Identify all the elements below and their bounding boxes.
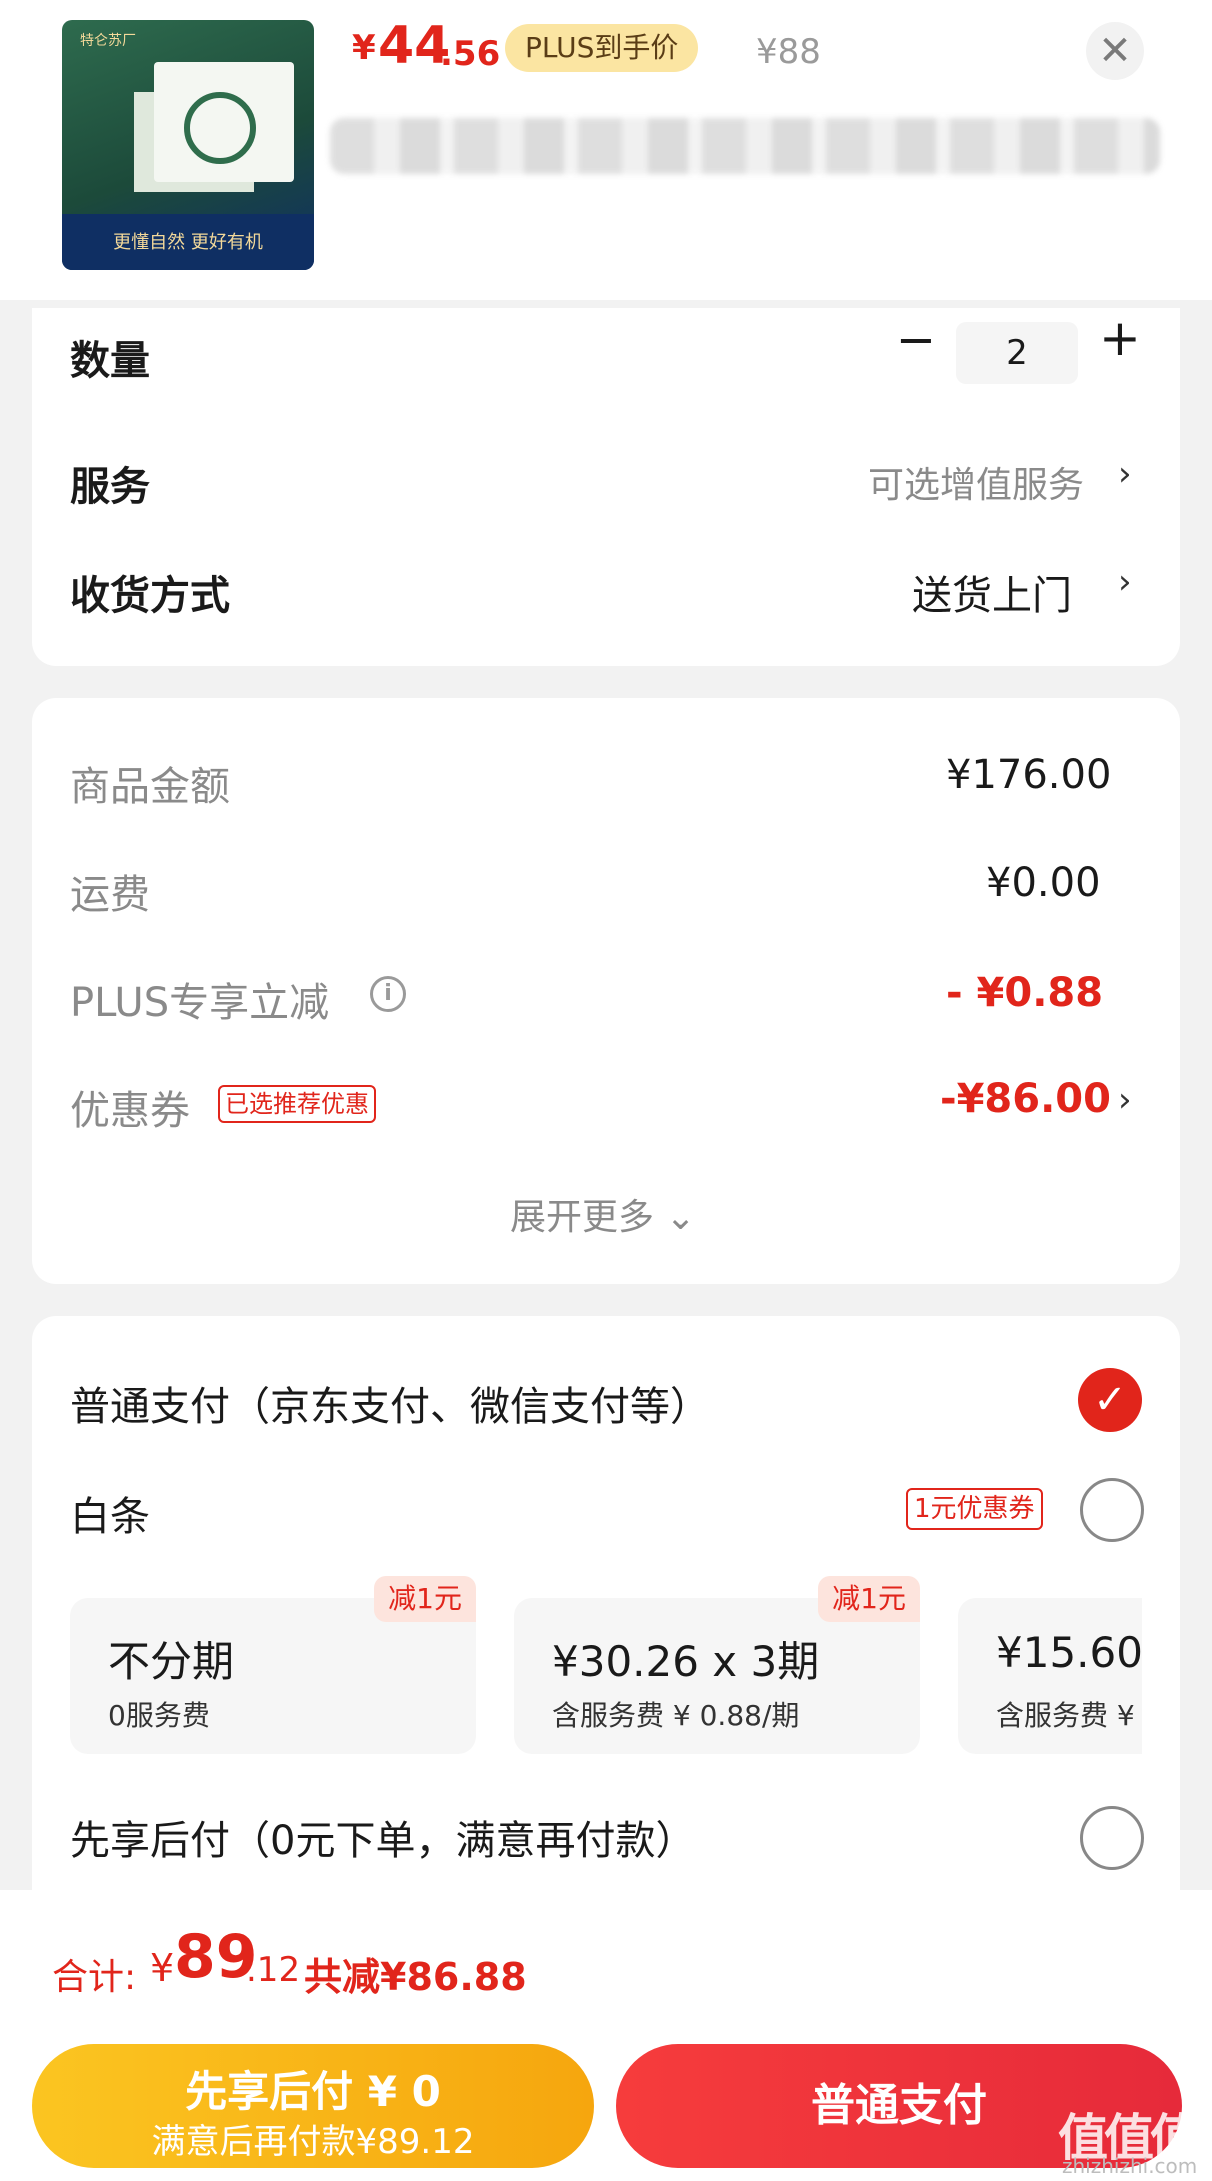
pay-later-label: 先享后付（0元下单，满意再付款） — [70, 1818, 696, 1864]
delivery-value: 送货上门 — [912, 573, 1072, 619]
installment-discount-tag: 减1元 — [818, 1576, 920, 1622]
installment-discount-tag: 减1元 — [374, 1576, 476, 1622]
baitiao-coupon-tag: 1元优惠券 — [906, 1488, 1043, 1530]
shipping-label: 运费 — [70, 872, 150, 918]
installment-fee: 含服务费 ¥ 0.88/期 — [552, 1699, 800, 1732]
installment-fee: 含服务费 ¥ — [996, 1699, 1135, 1732]
blurred-product-title — [330, 118, 1160, 174]
thumb-brand-text: 特仑苏厂 — [80, 33, 136, 49]
service-value: 可选增值服务 — [868, 465, 1085, 506]
total-integer: 89 — [174, 1922, 258, 1992]
info-icon[interactable]: i — [370, 976, 406, 1012]
close-icon: ✕ — [1098, 28, 1132, 74]
installment-fee: 0服务费 — [108, 1699, 210, 1732]
plus-icon: + — [1099, 309, 1141, 367]
total-decimal: .12 — [246, 1950, 301, 1990]
chevron-right-icon: › — [1118, 562, 1132, 602]
pay-later-button[interactable]: 先享后付 ¥ 0 满意后再付款¥89.12 — [32, 2044, 594, 2168]
check-glyph: ✓ — [1093, 1377, 1127, 1423]
quantity-increase-button[interactable]: + — [1096, 313, 1144, 363]
total-saved: 共减¥86.88 — [304, 1955, 527, 1999]
installment-title: ¥30.26 x 3期 — [552, 1637, 820, 1686]
installment-option[interactable]: 不分期 0服务费 减1元 — [70, 1576, 476, 1754]
total-label: 合计: — [52, 1957, 137, 1998]
quantity-label: 数量 — [70, 338, 150, 384]
info-glyph: i — [384, 981, 392, 1006]
coupon-label: 优惠券 — [70, 1088, 190, 1134]
delivery-label: 收货方式 — [70, 573, 230, 619]
installment-option[interactable]: ¥15.60 x 含服务费 ¥ — [958, 1598, 1142, 1754]
original-price: ¥88 — [756, 32, 821, 72]
chevron-right-icon: › — [1118, 1080, 1132, 1120]
normal-payment-label: 普通支付（京东支付、微信支付等） — [70, 1384, 710, 1430]
baitiao-radio[interactable] — [1080, 1478, 1144, 1542]
installment-options: 不分期 0服务费 减1元 ¥30.26 x 3期 含服务费 ¥ 0.88/期 减… — [70, 1560, 1142, 1780]
price-decimal: .56 — [440, 34, 501, 74]
total-currency: ¥ — [150, 1946, 175, 1990]
pay-later-radio[interactable] — [1080, 1806, 1144, 1870]
installment-option[interactable]: ¥30.26 x 3期 含服务费 ¥ 0.88/期 减1元 — [514, 1576, 920, 1754]
quantity-decrease-button[interactable]: − — [892, 316, 940, 364]
plus-discount-value: - ¥0.88 — [946, 970, 1104, 1016]
product-thumbnail[interactable]: 特仑苏厂 更懂自然 更好有机 — [62, 20, 314, 270]
chevron-right-icon: › — [1118, 454, 1132, 494]
watermark-url: zhizhizhi.com — [1062, 2154, 1198, 2178]
pay-later-button-title: 先享后付 ¥ 0 — [185, 2067, 441, 2116]
expand-more-link[interactable]: 展开更多 ⌄ — [510, 1188, 696, 1240]
close-button[interactable]: ✕ — [1086, 22, 1144, 80]
goods-amount-label: 商品金额 — [70, 764, 230, 810]
product-box-image — [154, 62, 294, 182]
pay-later-button-subtitle: 满意后再付款¥89.12 — [151, 2122, 475, 2162]
shipping-value: ¥0.00 — [986, 860, 1101, 906]
selected-check-icon[interactable]: ✓ — [1078, 1368, 1142, 1432]
coupon-recommended-tag: 已选推荐优惠 — [218, 1085, 376, 1123]
goods-amount-value: ¥176.00 — [946, 752, 1112, 798]
coupon-value: -¥86.00 — [940, 1076, 1111, 1122]
quantity-input[interactable]: 2 — [956, 322, 1078, 384]
installment-title: 不分期 — [108, 1637, 235, 1686]
price-currency: ¥ — [352, 28, 376, 68]
service-label: 服务 — [70, 464, 150, 510]
plus-price-badge: PLUS到手价 — [505, 24, 699, 72]
baitiao-label: 白条 — [70, 1494, 150, 1540]
minus-icon: − — [895, 312, 937, 368]
thumb-slogan-text: 更懂自然 更好有机 — [113, 232, 263, 253]
installment-title: ¥15.60 x — [996, 1628, 1142, 1677]
plus-discount-label: PLUS专享立减 — [70, 980, 330, 1026]
